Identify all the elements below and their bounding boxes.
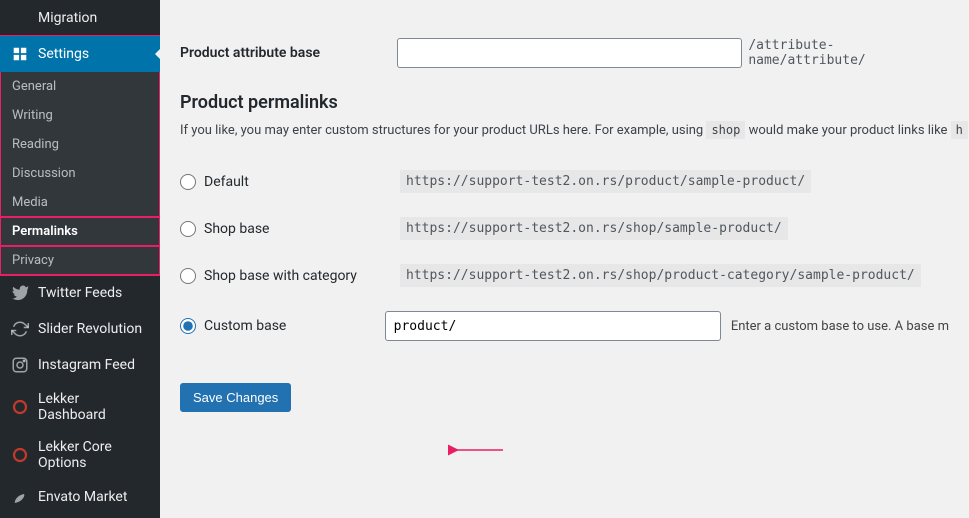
instagram-icon [10,355,30,375]
sidebar-item-instagram[interactable]: Instagram Feed [0,347,160,383]
custom-base-input[interactable] [385,311,721,341]
main-content: Product attribute base /attribute-name/a… [160,0,969,518]
permalink-option-custom: Custom base Enter a custom base to use. … [180,299,949,353]
sidebar-item-slider[interactable]: Slider Revolution [0,311,160,347]
radio-shopcat[interactable] [180,268,196,284]
sidebar-item-migration[interactable]: Migration [0,0,160,36]
sidebar-label: Instagram Feed [38,357,135,373]
sidebar-item-twitter[interactable]: Twitter Feeds [0,275,160,311]
sidebar-label: Lekker Dashboard [38,391,150,423]
permalink-url-default: https://support-test2.on.rs/product/samp… [400,170,811,193]
permalink-url-shopcat: https://support-test2.on.rs/shop/product… [400,264,921,287]
radio-custom[interactable] [180,318,196,334]
attribute-base-trail: /attribute-name/attribute/ [748,38,949,68]
permalink-option-default: Default https://support-test2.on.rs/prod… [180,158,949,205]
sidebar-label: Twitter Feeds [38,285,122,301]
submenu-item-discussion[interactable]: Discussion [0,159,160,188]
attribute-base-label: Product attribute base [180,45,397,61]
sidebar-label: Slider Revolution [38,321,142,337]
sidebar-label: Envato Market [38,489,127,505]
migration-icon [10,8,30,28]
radio-label-shop[interactable]: Shop base [180,221,400,237]
submenu-item-reading[interactable]: Reading [0,130,160,159]
sidebar-label: Lekker Core Options [38,439,150,471]
radio-label-custom[interactable]: Custom base [180,318,385,334]
sidebar-label: Migration [38,10,97,26]
settings-group-highlight: Settings General Writing Reading Discuss… [0,36,160,275]
sidebar-item-settings[interactable]: Settings [0,36,160,72]
attribute-base-input[interactable] [397,38,742,68]
code-tag-truncated: h [951,121,968,139]
save-button[interactable]: Save Changes [180,383,291,412]
sidebar-item-envato[interactable]: Envato Market [0,479,160,515]
sidebar-item-lekker-core[interactable]: Lekker Core Options [0,431,160,479]
sidebar-item-lekker-dashboard[interactable]: Lekker Dashboard [0,383,160,431]
permalink-option-shop: Shop base https://support-test2.on.rs/sh… [180,205,949,252]
refresh-icon [10,319,30,339]
radio-shop[interactable] [180,221,196,237]
leaf-icon [10,487,30,507]
submenu-item-permalinks[interactable]: Permalinks [0,217,160,246]
radio-default[interactable] [180,174,196,190]
submenu-item-writing[interactable]: Writing [0,101,160,130]
permalinks-description: If you like, you may enter custom struct… [180,123,949,138]
submenu-item-general[interactable]: General [0,72,160,101]
submenu-item-privacy[interactable]: Privacy [0,246,160,275]
radio-label-shopcat[interactable]: Shop base with category [180,268,400,284]
sidebar-label: Settings [38,46,89,62]
circle-icon [10,397,30,417]
permalink-option-shopcat: Shop base with category https://support-… [180,252,949,299]
permalinks-heading: Product permalinks [180,92,949,113]
radio-label-default[interactable]: Default [180,174,400,190]
admin-sidebar: Migration Settings General Writing Readi… [0,0,160,518]
twitter-icon [10,283,30,303]
submenu-item-media[interactable]: Media [0,188,160,217]
annotation-arrow-icon [448,440,508,460]
circle-icon [10,445,30,465]
permalink-url-shop: https://support-test2.on.rs/shop/sample-… [400,217,788,240]
custom-base-hint: Enter a custom base to use. A base m [731,319,949,334]
field-row-attribute-base: Product attribute base /attribute-name/a… [180,38,949,68]
code-tag-shop: shop [706,121,745,139]
settings-icon [10,44,30,64]
settings-submenu: General Writing Reading Discussion Media… [0,72,160,275]
